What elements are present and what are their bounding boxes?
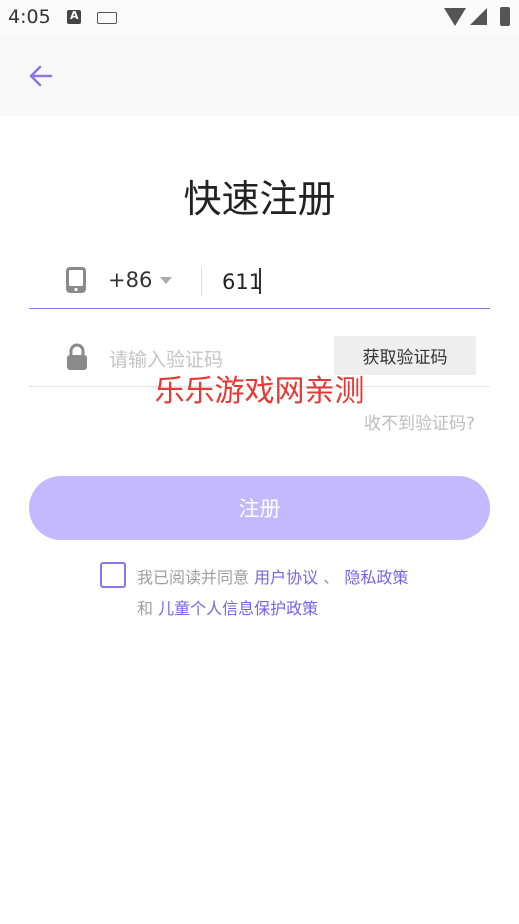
status-time: 4:05	[8, 6, 51, 28]
arrow-left-icon	[29, 65, 53, 87]
keyboard-icon	[97, 12, 117, 24]
agreement-text-line2: 和 儿童个人信息保护政策	[137, 595, 318, 619]
chevron-down-icon[interactable]	[160, 277, 172, 284]
register-button[interactable]: 注册	[29, 476, 490, 540]
signal-icon	[470, 8, 487, 25]
child-privacy-policy-link[interactable]: 儿童个人信息保护政策	[158, 599, 318, 618]
agreement-checkbox[interactable]	[100, 562, 126, 588]
agreement-prefix: 我已阅读并同意	[137, 568, 250, 587]
agreement-and: 和	[137, 599, 154, 618]
not-received-code-link[interactable]: 收不到验证码?	[364, 409, 475, 434]
privacy-policy-link[interactable]: 隐私政策	[344, 568, 408, 587]
status-bar: 4:05 A	[0, 0, 519, 36]
wifi-icon	[444, 8, 466, 26]
back-button[interactable]	[26, 61, 56, 91]
text-cursor	[259, 268, 261, 294]
agreement-text-line1: 我已阅读并同意 用户协议 、 隐私政策	[137, 564, 408, 588]
battery-icon	[500, 7, 510, 26]
app-bar	[0, 36, 519, 116]
country-code-selector[interactable]: +86	[108, 268, 152, 292]
phone-input-row: +86	[29, 256, 490, 309]
user-agreement-link[interactable]: 用户协议	[254, 568, 318, 587]
agreement-separator: 、	[323, 568, 340, 587]
page-title: 快速注册	[183, 177, 336, 221]
phone-icon	[66, 267, 86, 293]
a-notification-icon: A	[67, 9, 81, 24]
divider	[201, 266, 202, 296]
watermark-text: 乐乐游戏网亲测	[154, 374, 365, 409]
